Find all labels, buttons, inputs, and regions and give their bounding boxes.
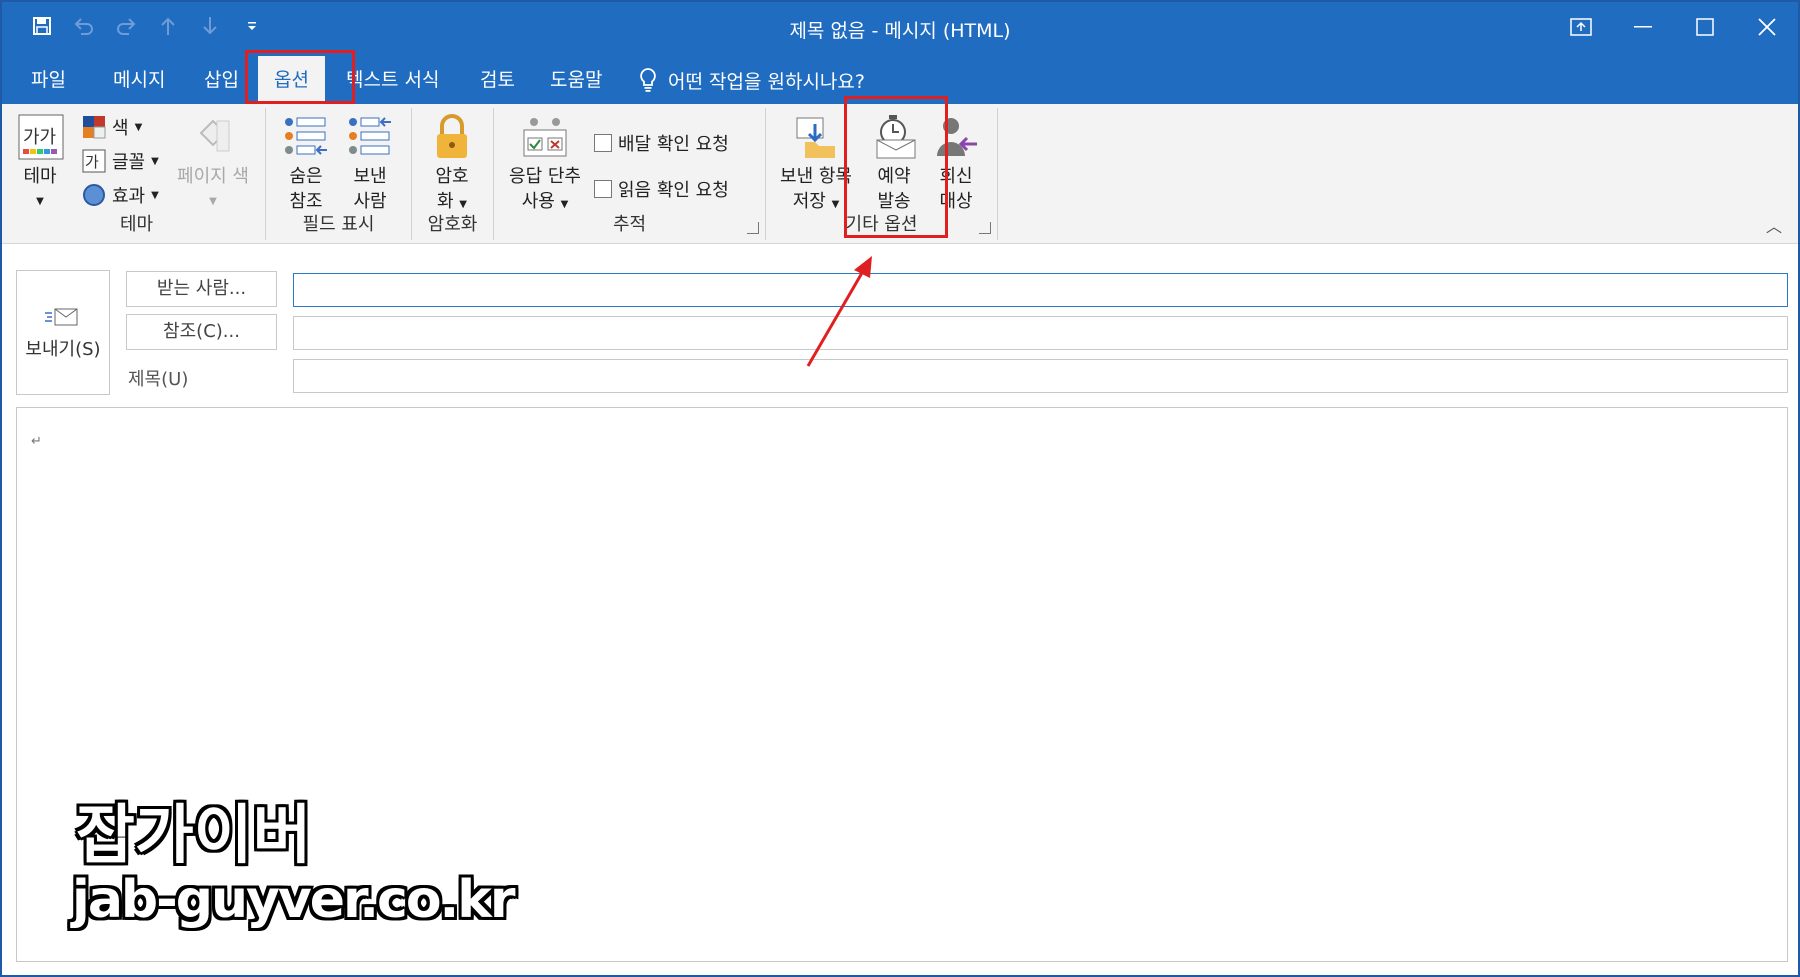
highlight-delay-delivery xyxy=(844,96,948,238)
delivery-receipt-checkbox[interactable]: 배달 확인 요청 xyxy=(594,130,729,156)
send-label: 보내기(S) xyxy=(25,339,101,360)
encrypt-label-2: 화 xyxy=(437,191,454,212)
voting-buttons-button[interactable]: 응답 단추 사용 ▼ xyxy=(504,112,586,217)
tab-format-text[interactable]: 텍스트 서식 xyxy=(346,56,439,104)
read-receipt-checkbox[interactable]: 읽음 확인 요청 xyxy=(594,176,729,202)
save-sent-item-icon xyxy=(791,112,841,162)
page-color-button[interactable]: 페이지 색 ▼ xyxy=(168,112,258,214)
cc-field[interactable] xyxy=(293,316,1788,350)
watermark-url: jab-guyver.co.kr xyxy=(72,870,516,930)
from-icon xyxy=(345,112,395,162)
to-field[interactable] xyxy=(293,273,1788,307)
tab-insert[interactable]: 삽입 xyxy=(204,56,239,104)
effects-button[interactable]: 효과 ▼ xyxy=(82,182,159,208)
group-tracking: 응답 단추 사용 ▼ 배달 확인 요청 읽음 확인 요청 추적 xyxy=(494,108,766,240)
tab-help[interactable]: 도움말 xyxy=(550,56,602,104)
bcc-label-1: 숨은 xyxy=(289,166,323,187)
watermark-name: 잡가이버 xyxy=(76,799,312,873)
close-icon[interactable] xyxy=(1736,2,1798,52)
effects-label: 효과 xyxy=(112,186,146,207)
bcc-icon xyxy=(281,112,331,162)
paragraph-mark: ↵ xyxy=(31,434,42,449)
group-theme: 가가 테마 ▼ 색 ▼ 가 글꼴 ▼ 효과 ▼ 페이지 색 ▼ 테마 xyxy=(8,108,266,240)
title-bar: 제목 없음 - 메시지 (HTML) xyxy=(2,2,1798,56)
to-button[interactable]: 받는 사람... xyxy=(126,271,277,307)
voting-icon xyxy=(520,112,570,162)
window-controls xyxy=(1550,2,1798,52)
tell-me-search[interactable]: 어떤 작업을 원하시나요? xyxy=(638,56,865,104)
color-label: 색 xyxy=(112,118,129,139)
tell-me-text: 어떤 작업을 원하시나요? xyxy=(668,70,865,93)
outlook-message-window: 제목 없음 - 메시지 (HTML) 파일 메시지 삽입 옵션 텍스트 서식 검… xyxy=(0,0,1800,977)
read-receipt-label: 읽음 확인 요청 xyxy=(618,180,729,201)
save-sent-label-2: 저장 xyxy=(792,191,826,212)
theme-button-label: 테마 xyxy=(23,166,57,187)
subject-label: 제목(U) xyxy=(128,369,189,390)
color-palette-icon xyxy=(83,116,106,139)
paint-bucket-icon xyxy=(188,112,238,162)
font-button[interactable]: 가 글꼴 ▼ xyxy=(82,148,159,174)
font-icon: 가 xyxy=(82,149,106,173)
cc-button[interactable]: 참조(C)... xyxy=(126,314,277,350)
tab-file[interactable]: 파일 xyxy=(31,56,66,104)
voting-label-2: 사용 xyxy=(521,191,555,212)
voting-label-1: 응답 단추 xyxy=(509,166,581,187)
highlight-options-tab xyxy=(245,50,355,104)
encrypt-button[interactable]: 암호 화 ▼ xyxy=(424,112,480,217)
annotation-arrow xyxy=(806,256,872,367)
send-button[interactable]: 보내기(S) xyxy=(16,270,110,395)
ribbon-display-options-icon[interactable] xyxy=(1550,2,1612,52)
svg-text:가가: 가가 xyxy=(23,127,56,148)
group-tracking-label: 추적 xyxy=(612,214,647,235)
group-theme-label: 테마 xyxy=(119,214,154,235)
maximize-icon[interactable] xyxy=(1674,2,1736,52)
group-show-fields-label: 필드 표시 xyxy=(302,214,375,235)
theme-button[interactable]: 가가 테마 ▼ xyxy=(16,112,64,214)
delivery-receipt-check[interactable] xyxy=(594,134,612,152)
encrypt-label-1: 암호 xyxy=(435,166,469,187)
group-encrypt: 암호 화 ▼ 암호화 xyxy=(412,108,494,240)
color-button[interactable]: 색 ▼ xyxy=(82,114,142,140)
effects-icon xyxy=(83,184,105,206)
read-receipt-check[interactable] xyxy=(594,180,612,198)
more-options-dialog-launcher-icon[interactable] xyxy=(979,222,991,234)
window-title: 제목 없음 - 메시지 (HTML) xyxy=(789,20,1011,42)
tab-review[interactable]: 검토 xyxy=(480,56,515,104)
font-label: 글꼴 xyxy=(112,152,146,173)
subject-field[interactable] xyxy=(293,359,1788,393)
tab-message[interactable]: 메시지 xyxy=(113,56,165,104)
delivery-receipt-label: 배달 확인 요청 xyxy=(618,134,729,155)
tracking-dialog-launcher-icon[interactable] xyxy=(747,222,759,234)
theme-icon: 가가 xyxy=(16,112,66,162)
minimize-icon[interactable] xyxy=(1612,2,1674,52)
page-color-label: 페이지 색 xyxy=(177,166,249,187)
group-encrypt-label: 암호화 xyxy=(427,214,478,235)
from-label-1: 보낸 xyxy=(353,166,387,187)
collapse-ribbon-icon[interactable]: ︿ xyxy=(1766,213,1782,237)
group-show-fields: 숨은 참조 보낸 사람 필드 표시 xyxy=(266,108,412,240)
lock-icon xyxy=(427,112,477,162)
svg-text:가: 가 xyxy=(85,153,99,171)
lightbulb-icon xyxy=(640,68,656,92)
send-icon xyxy=(43,305,83,329)
bcc-button[interactable]: 숨은 참조 xyxy=(278,112,334,214)
from-button[interactable]: 보낸 사람 xyxy=(342,112,398,214)
